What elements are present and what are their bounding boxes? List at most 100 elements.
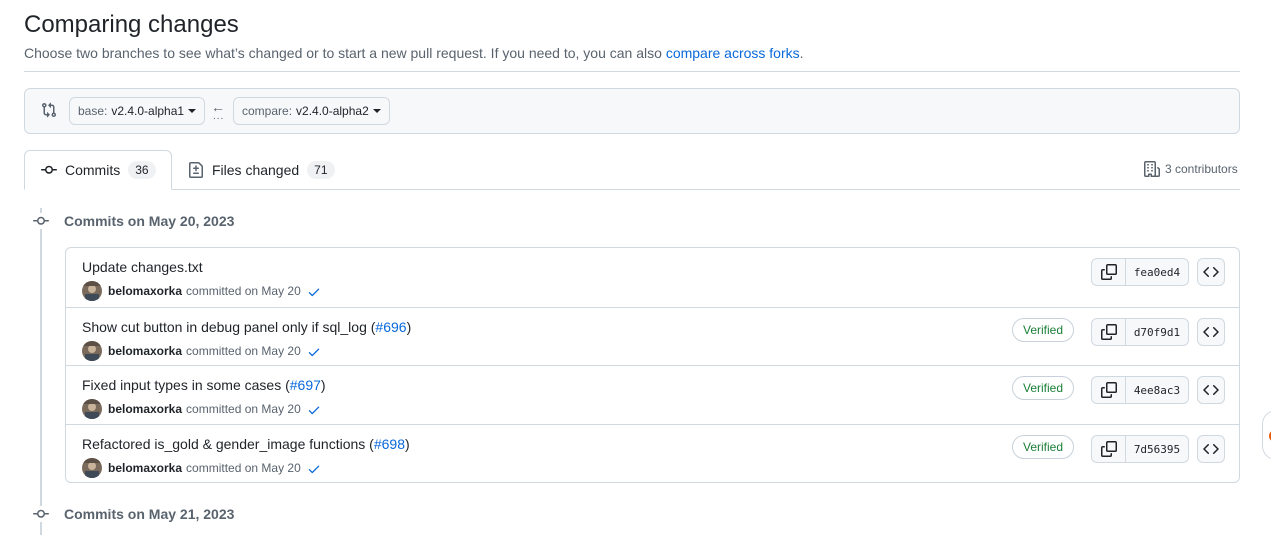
check-icon[interactable] — [307, 285, 321, 299]
verified-badge[interactable]: Verified — [1012, 318, 1075, 342]
base-branch-select[interactable]: base: v2.4.0-alpha1 — [69, 97, 206, 125]
divider — [24, 71, 1240, 72]
commit-date: committed on May 20 — [186, 284, 301, 298]
check-icon[interactable] — [307, 462, 321, 476]
commit-title-close: ) — [406, 319, 412, 335]
commit-author[interactable]: belomaxorka — [108, 344, 182, 358]
commit-sha-link[interactable]: 7d56395 — [1126, 436, 1188, 462]
avatar[interactable] — [82, 341, 102, 361]
git-commit-icon — [33, 213, 49, 229]
check-icon[interactable] — [307, 403, 321, 417]
commit-title: Update changes.txt — [82, 259, 203, 275]
git-commit-icon — [33, 506, 49, 522]
copy-icon — [1100, 324, 1117, 340]
commit-row: Update changes.txt belomaxorka committed… — [66, 248, 1239, 308]
copy-icon — [1100, 441, 1117, 457]
copy-icon — [1100, 382, 1117, 398]
avatar[interactable] — [82, 399, 102, 419]
commit-meta: belomaxorka committed on May 20 — [82, 458, 321, 478]
code-icon — [1203, 326, 1219, 338]
browse-repo-button[interactable] — [1197, 318, 1225, 346]
pull-request-link[interactable]: #697 — [290, 377, 321, 393]
tab-files-changed[interactable]: Files changed 71 — [188, 150, 335, 190]
commit-message-link[interactable]: Refactored is_gold & gender_image functi… — [82, 436, 374, 452]
commit-author[interactable]: belomaxorka — [108, 461, 182, 475]
commit-sha-link[interactable]: fea0ed4 — [1126, 259, 1188, 285]
code-icon — [1203, 443, 1219, 455]
timeline-line — [40, 208, 42, 535]
commit-group-title: Commits on May 21, 2023 — [64, 506, 235, 522]
commit-date: committed on May 20 — [186, 344, 301, 358]
commit-meta: belomaxorka committed on May 20 — [82, 281, 321, 301]
browse-repo-button[interactable] — [1197, 376, 1225, 404]
subtitle-end: . — [799, 45, 804, 61]
copy-icon — [1100, 264, 1117, 280]
sha-group: 7d56395 — [1091, 435, 1189, 463]
commits-counter: 36 — [128, 161, 156, 179]
compare-prefix: compare: — [242, 104, 293, 118]
copy-sha-button[interactable] — [1092, 319, 1126, 345]
commit-title: Show cut button in debug panel only if s… — [82, 319, 411, 335]
files-counter: 71 — [307, 161, 335, 179]
tab-commits-label: Commits — [65, 162, 121, 178]
base-prefix: base: — [78, 104, 108, 118]
sha-group: 4ee8ac3 — [1091, 376, 1189, 404]
contributors-label: 3 contributors — [1165, 162, 1238, 176]
pull-request-link[interactable]: #698 — [374, 436, 405, 452]
commit-title: Refactored is_gold & gender_image functi… — [82, 436, 410, 452]
page-title: Comparing changes — [24, 11, 239, 38]
floating-widget-tab[interactable] — [1262, 410, 1271, 460]
page-subtitle: Choose two branches to see what’s change… — [24, 45, 804, 61]
ellipsis-icon: ... — [213, 111, 225, 122]
subtitle-text: Choose two branches to see what’s change… — [24, 45, 662, 61]
base-value: v2.4.0-alpha1 — [111, 104, 185, 118]
verified-badge[interactable]: Verified — [1012, 435, 1075, 459]
browse-repo-button[interactable] — [1197, 435, 1225, 463]
check-icon[interactable] — [307, 345, 321, 359]
code-icon — [1203, 266, 1219, 278]
commit-message-link[interactable]: Show cut button in debug panel only if s… — [82, 319, 375, 335]
commit-message-link[interactable]: Update changes.txt — [82, 259, 203, 275]
commit-group-title: Commits on May 20, 2023 — [64, 213, 235, 229]
commit-row: Show cut button in debug panel only if s… — [66, 308, 1239, 366]
verified-badge[interactable]: Verified — [1012, 376, 1075, 400]
commit-message-link[interactable]: Fixed input types in some cases ( — [82, 377, 290, 393]
git-commit-icon — [41, 162, 57, 178]
organization-icon — [1144, 161, 1160, 177]
tab-files-label: Files changed — [212, 162, 300, 178]
sha-group: d70f9d1 — [1091, 318, 1189, 346]
commit-title-close: ) — [405, 436, 410, 452]
browse-repo-button[interactable] — [1197, 258, 1225, 286]
commit-meta: belomaxorka committed on May 20 — [82, 341, 321, 361]
git-compare-icon — [41, 102, 57, 118]
compare-value: v2.4.0-alpha2 — [296, 104, 369, 118]
commit-date: committed on May 20 — [186, 461, 301, 475]
commit-date: committed on May 20 — [186, 402, 301, 416]
commit-meta: belomaxorka committed on May 20 — [82, 399, 321, 419]
commit-author[interactable]: belomaxorka — [108, 402, 182, 416]
avatar[interactable] — [82, 458, 102, 478]
avatar[interactable] — [82, 281, 102, 301]
commit-title-close: ) — [320, 377, 326, 393]
contributors-link[interactable]: 3 contributors — [1144, 161, 1238, 177]
commit-row: Refactored is_gold & gender_image functi… — [66, 425, 1239, 483]
commit-author[interactable]: belomaxorka — [108, 284, 182, 298]
compare-branch-select[interactable]: compare: v2.4.0-alpha2 — [233, 97, 390, 125]
copy-sha-button[interactable] — [1092, 259, 1126, 285]
range-editor: base: v2.4.0-alpha1 ← ... compare: v2.4.0-… — [24, 88, 1240, 134]
file-diff-icon — [188, 162, 204, 178]
commit-list: Update changes.txt belomaxorka committed… — [65, 247, 1240, 483]
tab-commits[interactable]: Commits 36 — [24, 150, 172, 190]
compare-across-forks-link[interactable]: compare across forks — [666, 45, 800, 61]
sha-group: fea0ed4 — [1091, 258, 1189, 286]
code-icon — [1203, 384, 1219, 396]
commit-title: Fixed input types in some cases (#697) — [82, 377, 326, 393]
copy-sha-button[interactable] — [1092, 377, 1126, 403]
caret-down-icon — [372, 109, 381, 113]
commit-sha-link[interactable]: d70f9d1 — [1126, 319, 1188, 345]
commit-sha-link[interactable]: 4ee8ac3 — [1126, 377, 1188, 403]
commit-row: Fixed input types in some cases (#697) b… — [66, 366, 1239, 425]
copy-sha-button[interactable] — [1092, 436, 1126, 462]
pull-request-link[interactable]: #696 — [375, 319, 406, 335]
caret-down-icon — [188, 109, 197, 113]
